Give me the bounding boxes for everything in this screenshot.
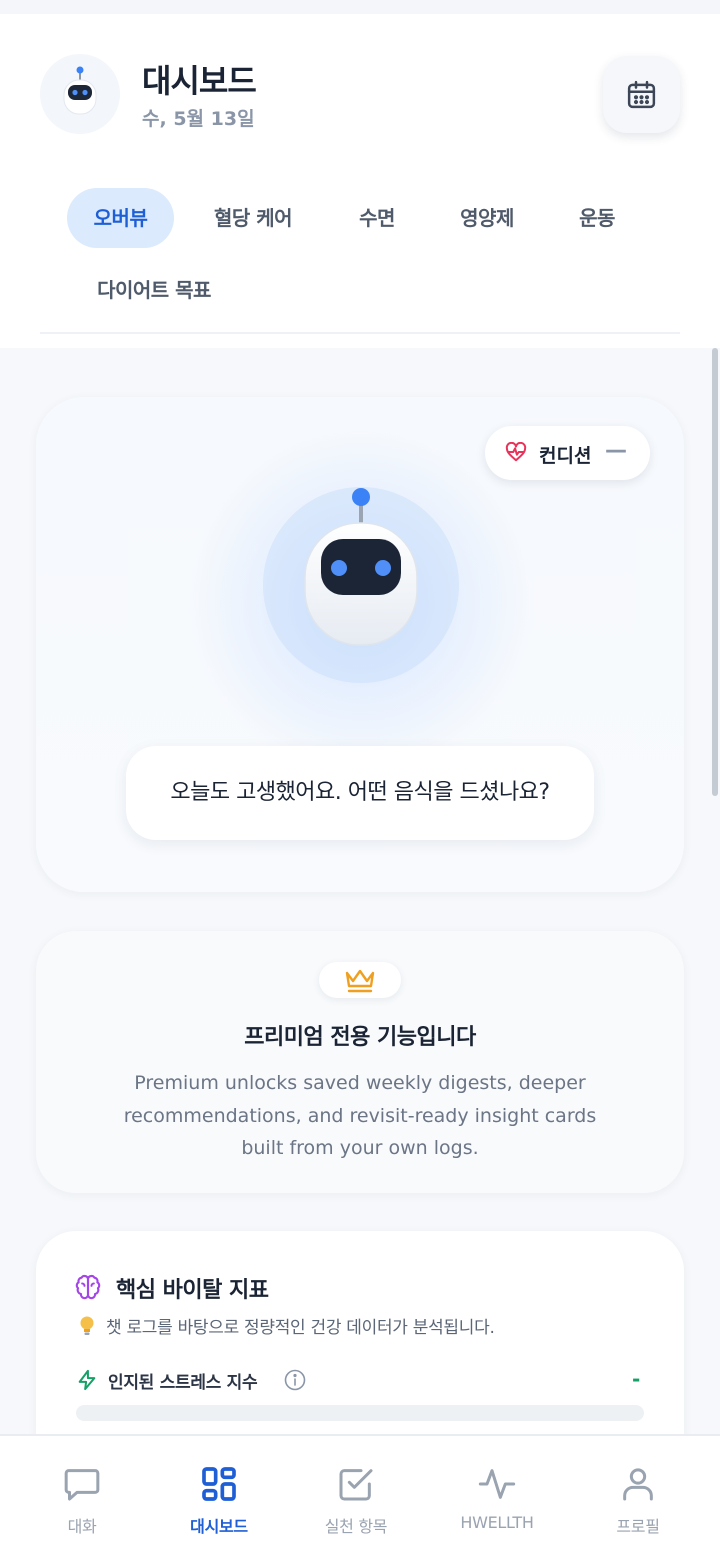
- vitals-subtitle: 챗 로그를 바탕으로 정량적인 건강 데이터가 분석됩니다.: [106, 1318, 495, 1338]
- nav-action-items[interactable]: 실천 항목: [284, 1436, 428, 1561]
- tab-diet-goal[interactable]: 다이어트 목표: [75, 260, 233, 320]
- header-divider: [40, 332, 680, 334]
- nav-chat[interactable]: 대화: [10, 1436, 154, 1561]
- profile-icon: [623, 1468, 653, 1501]
- avatar[interactable]: [40, 54, 120, 134]
- condition-badge[interactable]: 컨디션 —: [485, 426, 650, 480]
- robot-icon: [63, 66, 97, 115]
- page-date: 수, 5월 13일: [142, 108, 255, 130]
- nav-hwellth[interactable]: HWELLTH: [425, 1436, 569, 1561]
- scrollbar[interactable]: [712, 348, 718, 796]
- premium-title: 프리미엄 전용 기능입니다: [244, 1025, 476, 1050]
- checklist-icon: [339, 1469, 373, 1501]
- brain-icon: [75, 1275, 101, 1300]
- calendar-icon: [627, 80, 656, 109]
- vitals-title: 핵심 바이탈 지표: [116, 1278, 269, 1303]
- nav-dashboard-label: 대시보드: [190, 1517, 248, 1536]
- lightning-icon: [78, 1369, 96, 1391]
- lightbulb-icon: [80, 1316, 94, 1335]
- dashboard-icon: [202, 1467, 236, 1501]
- nav-hwellth-label: HWELLTH: [460, 1513, 534, 1532]
- tab-exercise[interactable]: 운동: [560, 188, 634, 248]
- heart-pulse-icon: [505, 442, 527, 462]
- calendar-button[interactable]: [603, 56, 680, 133]
- page-title: 대시보드: [142, 62, 257, 100]
- nav-chat-label: 대화: [67, 1517, 97, 1536]
- robot-mascot-icon[interactable]: [301, 485, 421, 650]
- nav-profile[interactable]: 프로필: [566, 1436, 710, 1561]
- premium-badge: [319, 962, 401, 998]
- chat-icon: [64, 1469, 100, 1501]
- stress-index-value: -: [632, 1367, 641, 1391]
- tab-sleep[interactable]: 수면: [340, 188, 414, 248]
- companion-card: 컨디션 — 오늘도 고생했어요. 어떤 음식을 드셨나요?: [36, 397, 684, 892]
- nav-action-items-label: 실천 항목: [324, 1517, 388, 1536]
- stress-progress-track: [76, 1405, 644, 1421]
- nav-dashboard[interactable]: 대시보드: [147, 1436, 291, 1561]
- assistant-message[interactable]: 오늘도 고생했어요. 어떤 음식을 드셨나요?: [126, 746, 594, 840]
- bottom-navigation: 대화 대시보드 실천 항목 HWELLTH 프로필: [0, 1434, 720, 1561]
- tab-overview[interactable]: 오버뷰: [67, 188, 174, 248]
- tab-supplements[interactable]: 영양제: [440, 188, 534, 248]
- status-bar: [0, 0, 720, 14]
- condition-label: 컨디션: [539, 445, 592, 467]
- stress-index-label: 인지된 스트레스 지수: [108, 1373, 258, 1393]
- activity-icon: [478, 1469, 516, 1499]
- tab-glucose-care[interactable]: 혈당 케어: [192, 188, 314, 248]
- nav-profile-label: 프로필: [616, 1517, 660, 1536]
- header: 대시보드 수, 5월 13일 오버뷰 혈당 케어 수면 영양제 운동 다이어트 …: [0, 14, 720, 348]
- premium-description: Premium unlocks saved weekly digests, de…: [123, 1072, 597, 1159]
- crown-icon: [345, 969, 375, 993]
- condition-value: —: [605, 438, 627, 463]
- info-icon[interactable]: [284, 1369, 306, 1391]
- premium-lock-card: 프리미엄 전용 기능입니다 Premium unlocks saved week…: [36, 931, 684, 1193]
